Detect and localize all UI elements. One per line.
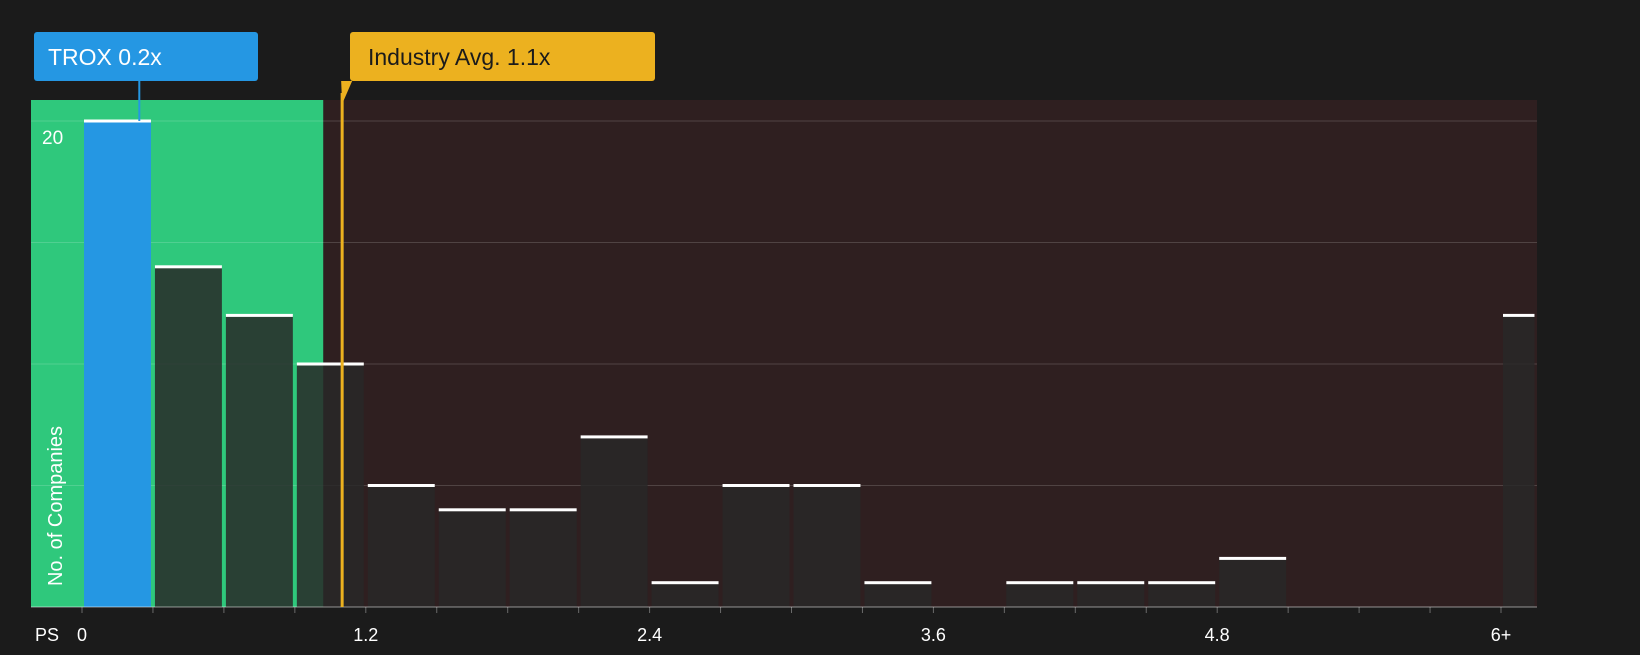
histogram-bar <box>1148 582 1216 607</box>
bar-cap <box>1503 313 1535 317</box>
histogram-bar <box>864 582 932 607</box>
bar-cap <box>1219 556 1287 560</box>
x-tick-label: 6+ <box>1491 625 1512 645</box>
x-axis-ticks <box>81 607 1502 613</box>
bar-cap <box>509 508 577 512</box>
bar-cap <box>722 484 790 487</box>
histogram-bar <box>651 582 719 607</box>
histogram-bar <box>580 436 648 607</box>
x-tick-label: 1.2 <box>353 625 378 645</box>
histogram-bar <box>1006 582 1074 607</box>
bar-cap <box>84 119 151 123</box>
bar-cap <box>651 581 719 585</box>
company-bar <box>84 121 151 607</box>
histogram-bar <box>1503 315 1535 607</box>
bar-cap <box>580 435 648 439</box>
bar-cap <box>1077 581 1145 585</box>
bar-cap <box>793 484 861 487</box>
x-tick-label: 4.8 <box>1205 625 1230 645</box>
histogram-bar <box>509 509 577 607</box>
y-tick-label: 20 <box>42 128 63 149</box>
bar-cap <box>225 313 293 317</box>
x-tick-label: 0 <box>77 625 87 645</box>
bar-cap <box>864 581 932 585</box>
company-callout-label: TROX 0.2x <box>48 44 162 70</box>
bar-cap <box>296 362 364 366</box>
x-tick-label: 2.4 <box>637 625 662 645</box>
x-axis-label: PS <box>35 625 59 645</box>
histogram-bar <box>793 485 861 607</box>
histogram-bar <box>225 315 293 607</box>
histogram-bar <box>296 364 364 607</box>
chart-svg: TROX 0.2x Industry Avg. 1.1x 20 No. of C… <box>0 0 1640 650</box>
industry-callout-label: Industry Avg. 1.1x <box>368 44 551 70</box>
bar-cap <box>154 265 222 269</box>
histogram-bar <box>367 485 435 607</box>
bar-cap <box>367 484 435 487</box>
x-tick-label: 3.6 <box>921 625 946 645</box>
histogram-bar <box>722 485 790 607</box>
bar-cap <box>438 508 506 512</box>
y-axis-label: No. of Companies <box>45 426 67 586</box>
bar-cap <box>1006 581 1074 585</box>
histogram-bar <box>438 509 506 607</box>
histogram-bar <box>154 266 222 607</box>
bar-cap <box>1148 581 1216 585</box>
histogram-bar <box>1077 582 1145 607</box>
ps-ratio-chart: TROX 0.2x Industry Avg. 1.1x 20 No. of C… <box>0 0 1640 650</box>
histogram-bar <box>1219 558 1287 607</box>
